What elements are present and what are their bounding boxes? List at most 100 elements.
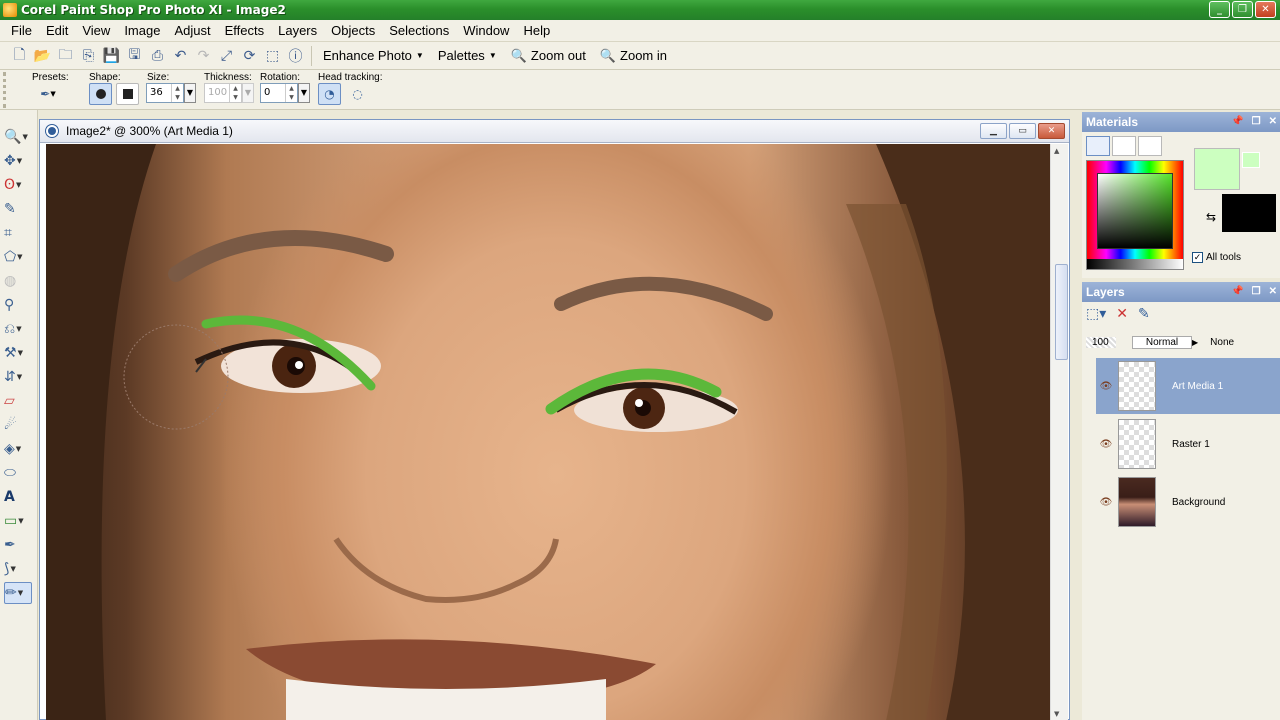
makeover-tool[interactable]: ⚲ bbox=[4, 294, 32, 316]
restore-button[interactable]: ❐ bbox=[1232, 1, 1253, 18]
close-icon[interactable]: ✕ bbox=[1269, 282, 1277, 302]
all-tools-checkbox[interactable]: ✓ bbox=[1192, 252, 1203, 263]
head-tracking-on-button[interactable]: ◔ bbox=[318, 83, 341, 105]
all-tools-option[interactable]: ✓ All tools bbox=[1192, 252, 1241, 263]
enhance-photo-menu[interactable]: Enhance Photo ▼ bbox=[316, 45, 431, 67]
rainbow-tab[interactable] bbox=[1112, 136, 1136, 156]
menu-adjust[interactable]: Adjust bbox=[167, 23, 217, 38]
frame-tab[interactable] bbox=[1086, 136, 1110, 156]
save-icon[interactable]: 💾 bbox=[100, 45, 123, 67]
layer-row[interactable]: 👁 Art Media 1 bbox=[1096, 358, 1280, 414]
minimize-button[interactable]: _ bbox=[1209, 1, 1230, 18]
layer-row[interactable]: 👁 Raster 1 bbox=[1096, 416, 1280, 472]
color-picker[interactable] bbox=[1086, 160, 1184, 270]
toolbar-grip[interactable] bbox=[3, 72, 13, 108]
swatches-tab[interactable] bbox=[1138, 136, 1162, 156]
rotation-input[interactable]: 0 ▲ ▼ bbox=[260, 83, 298, 103]
crop-tool[interactable]: ⌗ bbox=[4, 222, 32, 244]
undo-icon[interactable]: ↶ bbox=[169, 45, 192, 67]
menu-effects[interactable]: Effects bbox=[218, 23, 272, 38]
new-layer-icon[interactable]: ⬚▾ bbox=[1086, 306, 1106, 322]
delete-layer-icon[interactable]: ✕ bbox=[1116, 306, 1128, 322]
browse-icon[interactable]: 🗀 bbox=[54, 45, 77, 67]
saturation-square[interactable] bbox=[1097, 173, 1173, 249]
menu-image[interactable]: Image bbox=[117, 23, 167, 38]
thickness-spinner[interactable]: ▲ ▼ bbox=[229, 84, 241, 102]
paint-brush-tool[interactable]: ⇵ ▼ bbox=[4, 366, 32, 388]
size-dropdown[interactable]: ▼ bbox=[184, 83, 196, 103]
rotation-dropdown[interactable]: ▼ bbox=[298, 83, 310, 103]
scroll-up-icon[interactable]: ▲ bbox=[1054, 147, 1059, 155]
flood-fill-tool[interactable]: ◈ ▼ bbox=[4, 438, 32, 460]
red-eye-tool[interactable]: ◍ bbox=[4, 270, 32, 292]
print-icon[interactable]: ⎙ bbox=[146, 45, 169, 67]
thickness-input[interactable]: 100 ▲ ▼ bbox=[204, 83, 242, 103]
vertical-scrollbar[interactable]: ▲ ▼ bbox=[1050, 144, 1068, 720]
thickness-dropdown[interactable]: ▼ bbox=[242, 83, 254, 103]
save-as-icon[interactable]: 🖫 bbox=[123, 45, 146, 67]
scroll-down-icon[interactable]: ▼ bbox=[1054, 710, 1059, 718]
art-media-tool[interactable]: ✏ ▼ bbox=[4, 582, 32, 604]
resize-icon[interactable]: ⬚ bbox=[261, 45, 284, 67]
mask-setting[interactable]: None bbox=[1210, 337, 1234, 348]
head-tracking-off-button[interactable]: ◌ bbox=[346, 83, 369, 105]
size-input[interactable]: 36 ▲ ▼ bbox=[146, 83, 184, 103]
menu-layers[interactable]: Layers bbox=[271, 23, 324, 38]
shape-tool[interactable]: ▭ ▼ bbox=[4, 510, 32, 532]
doc-minimize-button[interactable]: ▁ bbox=[980, 123, 1007, 139]
square-shape-button[interactable] bbox=[116, 83, 139, 105]
foreground-small-swatch[interactable] bbox=[1242, 152, 1260, 168]
pin-icon[interactable]: 📌 bbox=[1231, 282, 1243, 302]
size-spinner[interactable]: ▲ ▼ bbox=[171, 84, 183, 102]
dropper-tool[interactable]: ✎ bbox=[4, 198, 32, 220]
zoom-out-button[interactable]: 🔍 Zoom out bbox=[504, 45, 593, 67]
eraser-tool[interactable]: ▱ bbox=[4, 390, 32, 412]
presets-dropdown[interactable]: ✒ ▼ bbox=[34, 83, 62, 105]
rotation-spinner[interactable]: ▲ ▼ bbox=[285, 84, 297, 102]
warp-tool[interactable]: ⟆ ▼ bbox=[4, 558, 32, 580]
eye-icon[interactable]: 👁 bbox=[1096, 497, 1116, 508]
menu-help[interactable]: Help bbox=[516, 23, 557, 38]
pan-tool[interactable]: ✥ ▼ bbox=[4, 150, 32, 172]
selection-tool[interactable]: ʘ ▼ bbox=[4, 174, 32, 196]
menu-selections[interactable]: Selections bbox=[382, 23, 456, 38]
open-file-icon[interactable]: 📂 bbox=[31, 45, 54, 67]
round-shape-button[interactable] bbox=[89, 83, 112, 105]
eye-icon[interactable]: 👁 bbox=[1096, 381, 1116, 392]
zoom-in-button[interactable]: 🔍 Zoom in bbox=[593, 45, 674, 67]
menu-window[interactable]: Window bbox=[456, 23, 516, 38]
menu-file[interactable]: File bbox=[4, 23, 39, 38]
scroll-thumb[interactable] bbox=[1055, 264, 1068, 360]
rotate-icon[interactable]: ⟳ bbox=[238, 45, 261, 67]
restore-icon[interactable]: ❐ bbox=[1252, 112, 1261, 132]
layer-row[interactable]: 👁 Background bbox=[1096, 474, 1280, 530]
redo-icon[interactable]: ↷ bbox=[192, 45, 215, 67]
clone-tool[interactable]: ⎌ ▼ bbox=[4, 318, 32, 340]
background-swatch[interactable] bbox=[1222, 194, 1276, 232]
close-button[interactable]: ✕ bbox=[1255, 1, 1276, 18]
menu-edit[interactable]: Edit bbox=[39, 23, 75, 38]
straighten-tool[interactable]: ⬠ ▼ bbox=[4, 246, 32, 268]
zoom-tool[interactable]: 🔍 ▼ bbox=[4, 126, 32, 148]
doc-maximize-button[interactable]: ▭ bbox=[1009, 123, 1036, 139]
menu-objects[interactable]: Objects bbox=[324, 23, 382, 38]
text-tool[interactable]: A bbox=[4, 486, 32, 508]
color-replacer-tool[interactable]: ⬭ bbox=[4, 462, 32, 484]
swap-colors-icon[interactable]: ⇆ bbox=[1206, 210, 1216, 224]
pen-tool[interactable]: ✒ bbox=[4, 534, 32, 556]
edit-layer-icon[interactable]: ✎ bbox=[1138, 306, 1150, 322]
new-file-icon[interactable]: 🗋 bbox=[8, 45, 31, 67]
image-canvas[interactable] bbox=[46, 144, 1050, 720]
doc-close-button[interactable]: ✕ bbox=[1038, 123, 1065, 139]
close-icon[interactable]: ✕ bbox=[1269, 112, 1277, 132]
scratch-remover-tool[interactable]: ⚒ ▼ bbox=[4, 342, 32, 364]
foreground-swatch[interactable] bbox=[1194, 148, 1240, 190]
info-icon[interactable]: ⓘ bbox=[284, 45, 307, 67]
airbrush-tool[interactable]: ☄ bbox=[4, 414, 32, 436]
restore-icon[interactable]: ❐ bbox=[1252, 282, 1261, 302]
palettes-menu[interactable]: Palettes ▼ bbox=[431, 45, 504, 67]
opacity-value[interactable]: 100 bbox=[1086, 336, 1116, 348]
scan-icon[interactable]: ⎘ bbox=[77, 45, 100, 67]
menu-view[interactable]: View bbox=[75, 23, 117, 38]
pin-icon[interactable]: 📌 bbox=[1231, 112, 1243, 132]
